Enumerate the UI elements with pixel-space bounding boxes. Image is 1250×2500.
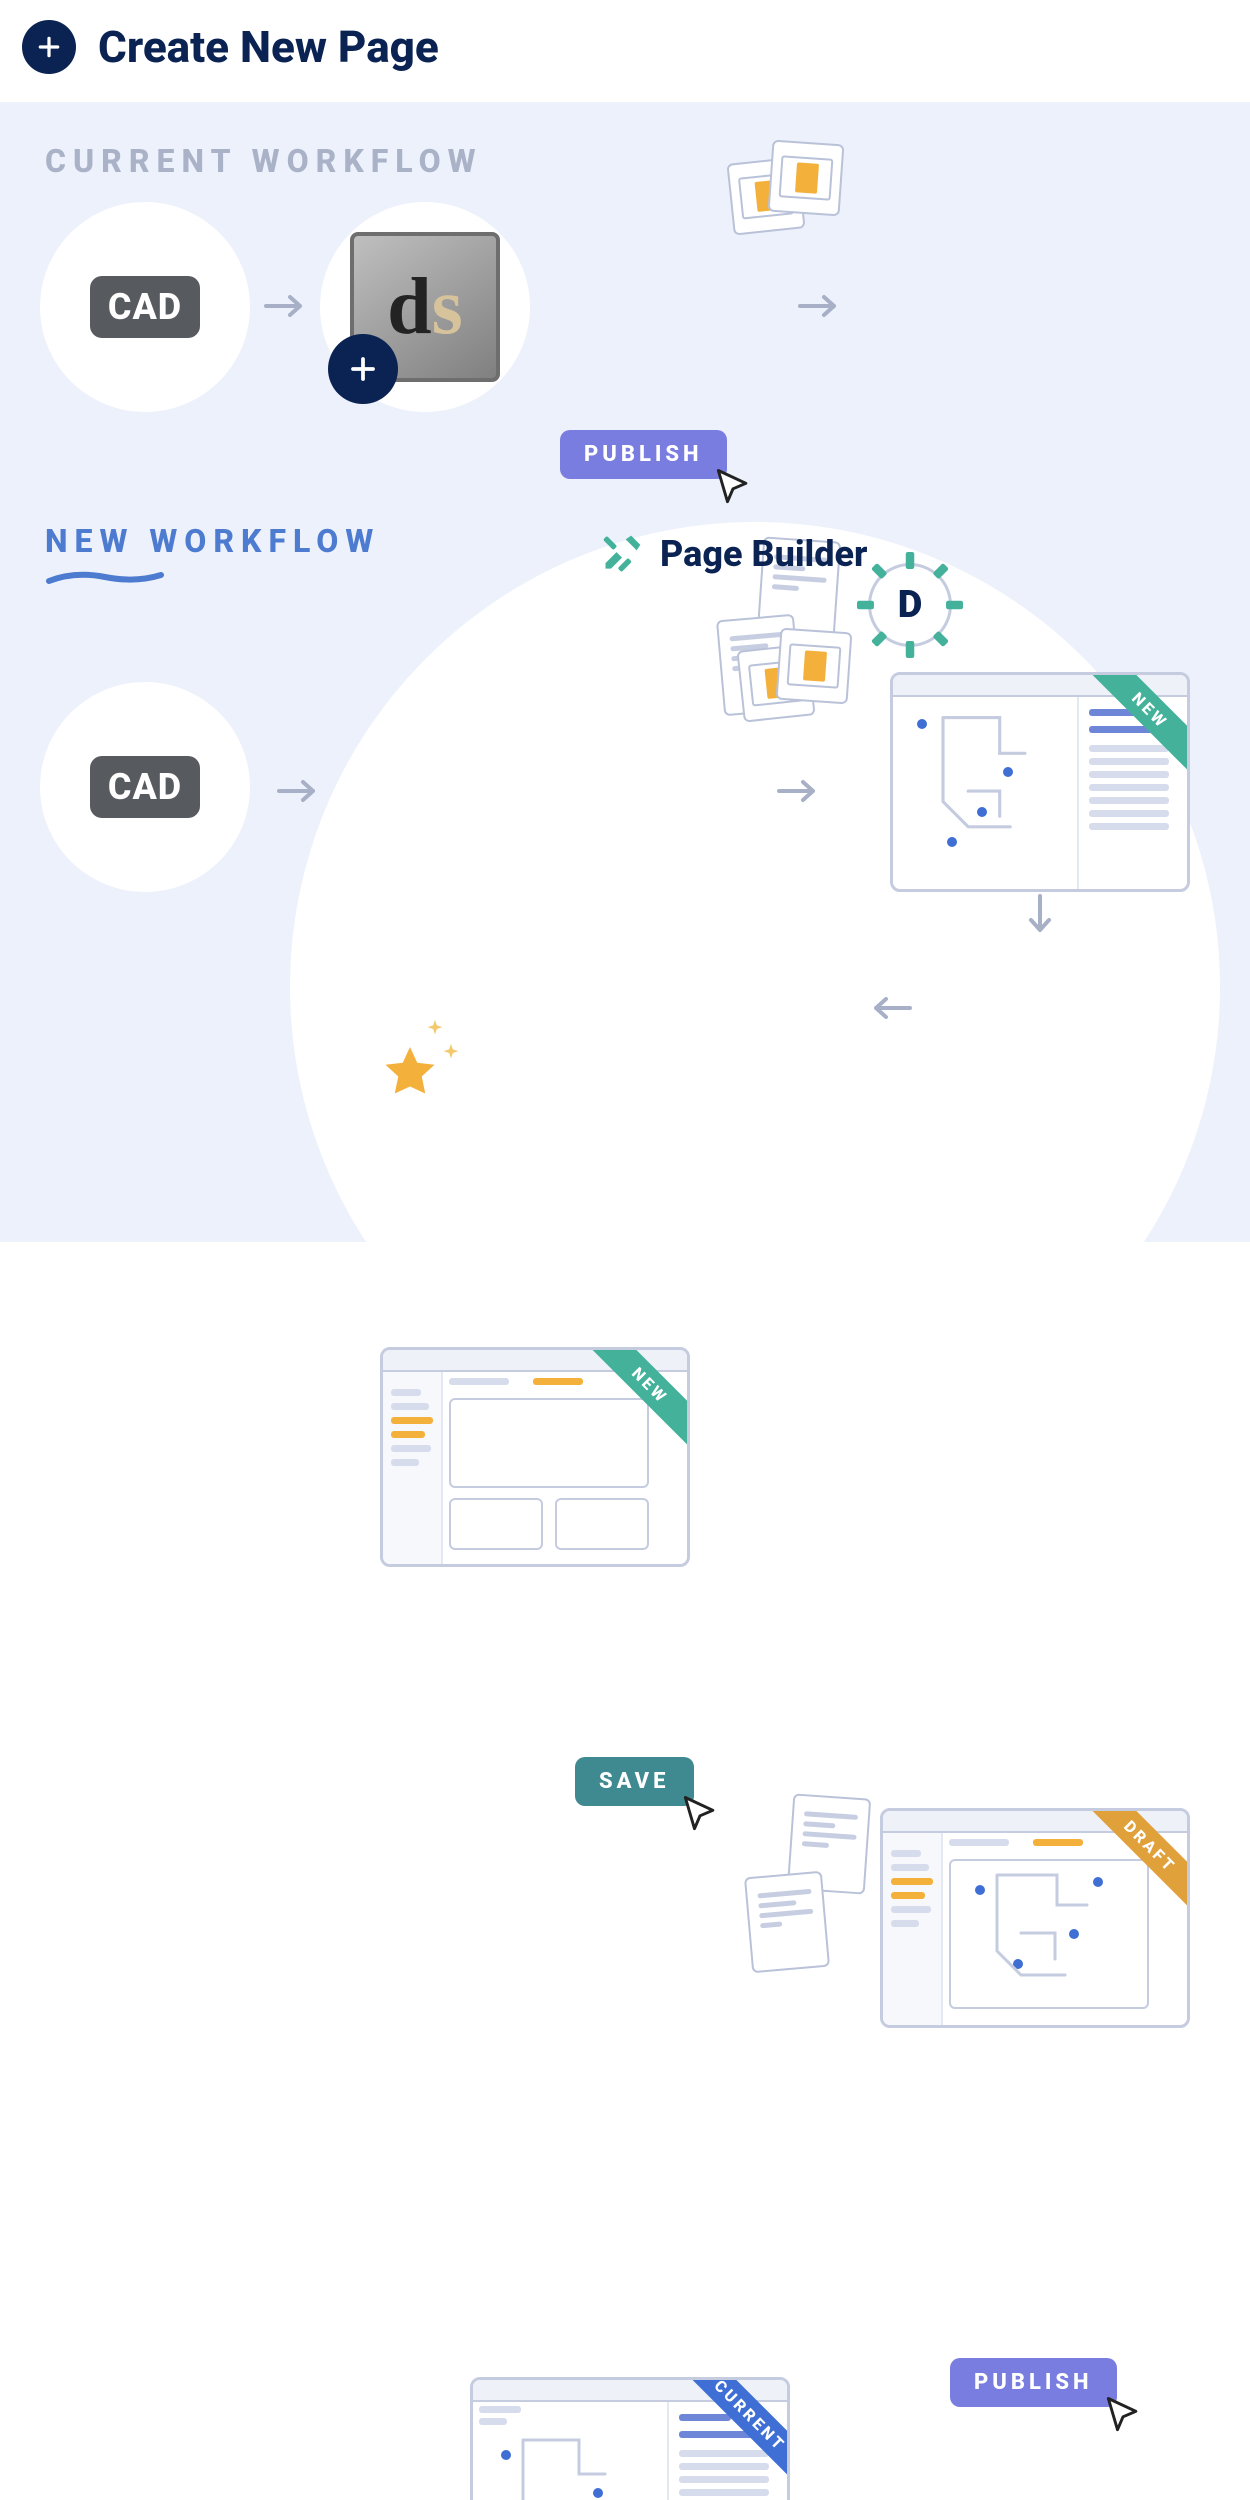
sparkle-icon xyxy=(424,1018,446,1040)
publish-label: PUBLISH xyxy=(584,442,703,467)
arrow-left-icon xyxy=(866,994,914,1022)
plus-icon xyxy=(328,334,398,404)
underline-icon xyxy=(45,567,165,587)
arrow-right-icon xyxy=(275,777,323,805)
d-gear-token: D xyxy=(868,563,952,647)
cad-node: CAD xyxy=(40,682,250,892)
star-icon xyxy=(380,1042,440,1102)
publish-button[interactable]: PUBLISH xyxy=(560,430,727,479)
arrow-right-icon xyxy=(775,777,823,805)
sparkle-icon xyxy=(440,1042,462,1064)
cad-badge: CAD xyxy=(90,756,200,818)
arrow-right-icon xyxy=(262,292,310,320)
ds-s-char: s xyxy=(432,263,463,351)
ds-tile: ds xyxy=(350,232,500,382)
page-header: Create New Page xyxy=(0,0,1250,102)
heading-new-workflow: New Workflow xyxy=(45,522,380,560)
diagram-canvas: Current Workflow New Workflow CAD ds PUB… xyxy=(0,102,1250,1242)
publish-button[interactable]: PUBLISH xyxy=(950,2358,1117,2407)
page-builder-text: Page Builder xyxy=(660,533,867,575)
cursor-icon xyxy=(711,465,755,509)
page-title: Create New Page xyxy=(98,21,439,73)
arrow-down-icon xyxy=(1026,892,1054,940)
save-button[interactable]: SAVE xyxy=(575,1757,694,1806)
tools-icon xyxy=(600,532,644,576)
save-label: SAVE xyxy=(599,1769,670,1794)
builder-frame-new: NEW xyxy=(380,1347,690,1567)
result-frame-final: CURRENT xyxy=(470,2377,790,2500)
ds-d-char: d xyxy=(387,263,432,351)
builder-frame-draft: DRAFT xyxy=(880,1808,1190,2028)
gear-icon xyxy=(857,552,963,658)
doc-chip xyxy=(744,1871,830,1973)
result-frame-current: NEW xyxy=(890,672,1190,892)
arrow-right-icon xyxy=(796,292,844,320)
cursor-icon xyxy=(1101,2393,1145,2437)
heading-current-workflow: Current Workflow xyxy=(45,142,483,180)
cad-node: CAD xyxy=(40,202,250,412)
page-builder-label: Page Builder xyxy=(600,532,867,576)
photo-chip xyxy=(768,140,845,217)
publish-label: PUBLISH xyxy=(974,2370,1093,2395)
plus-icon xyxy=(22,20,76,74)
cursor-icon xyxy=(678,1792,722,1836)
cad-badge: CAD xyxy=(90,276,200,338)
photo-chip xyxy=(776,628,853,705)
